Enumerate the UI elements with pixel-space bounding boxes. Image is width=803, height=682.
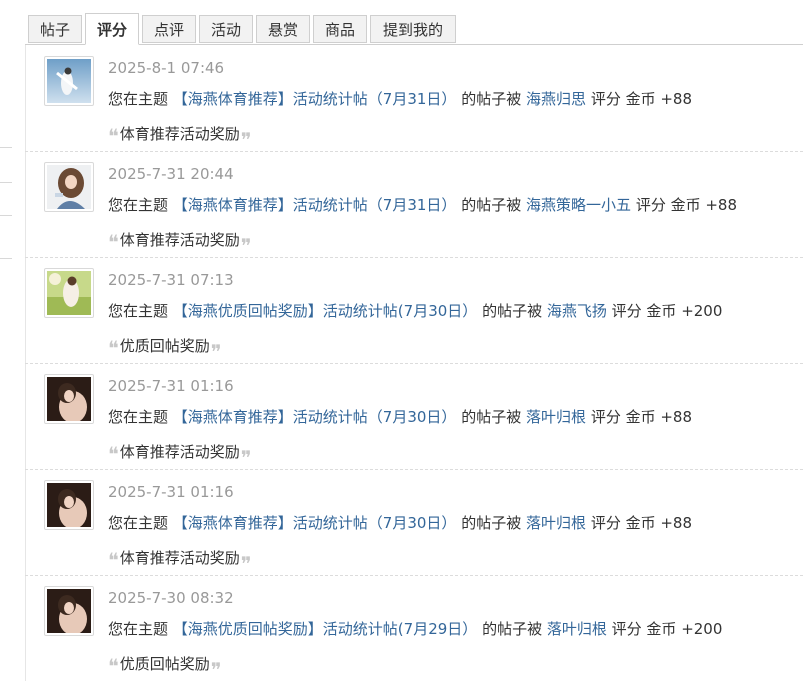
close-quote-icon: ❞ — [210, 658, 222, 682]
notification-item: 2025-7-31 01:16 您在主题 【海燕体育推荐】活动统计帖（7月30日… — [25, 469, 803, 576]
rating-reason: ❝优质回帖奖励❞ — [108, 336, 222, 364]
close-quote-icon: ❞ — [210, 340, 222, 364]
notification-item: 2025-7-31 20:44 您在主题 【海燕体育推荐】活动统计帖（7月31日… — [25, 151, 803, 258]
rating-reason: ❝体育推荐活动奖励❞ — [108, 548, 252, 576]
open-quote-icon: ❝ — [108, 336, 119, 360]
open-quote-icon: ❝ — [108, 442, 119, 466]
avatar-dark-portrait — [47, 589, 91, 633]
rating-reason: ❝体育推荐活动奖励❞ — [108, 230, 252, 258]
rating-notification-list: 2025-8-1 07:46 您在主题 【海燕体育推荐】活动统计帖（7月31日）… — [25, 45, 803, 682]
user-link[interactable]: 海燕策略一小五 — [526, 196, 631, 214]
open-quote-icon: ❝ — [108, 654, 119, 678]
avatar-field-figure — [47, 271, 91, 315]
user-link[interactable]: 落叶归根 — [526, 514, 586, 532]
tab-comments[interactable]: 点评 — [142, 15, 196, 43]
user-avatar[interactable] — [44, 586, 94, 636]
user-avatar[interactable] — [44, 56, 94, 106]
timestamp: 2025-7-30 08:32 — [108, 589, 234, 607]
open-quote-icon: ❝ — [108, 124, 119, 148]
notification-text: 您在主题 【海燕优质回帖奖励】活动统计帖(7月30日） 的帖子被 海燕飞扬 评分… — [108, 302, 723, 320]
user-link[interactable]: 海燕飞扬 — [547, 302, 607, 320]
timestamp: 2025-7-31 01:16 — [108, 377, 234, 395]
tab-mentions[interactable]: 提到我的 — [370, 15, 456, 43]
user-link[interactable]: 落叶归根 — [526, 408, 586, 426]
rating-reason: ❝体育推荐活动奖励❞ — [108, 442, 252, 470]
notification-item: 2025-7-31 01:16 您在主题 【海燕体育推荐】活动统计帖（7月30日… — [25, 363, 803, 470]
close-quote-icon: ❞ — [240, 446, 252, 470]
notification-item: 2025-7-30 08:32 您在主题 【海燕优质回帖奖励】活动统计帖(7月2… — [25, 575, 803, 682]
notification-text: 您在主题 【海燕体育推荐】活动统计帖（7月30日） 的帖子被 落叶归根 评分 金… — [108, 514, 693, 532]
user-avatar[interactable] — [44, 162, 94, 212]
tab-activities[interactable]: 活动 — [199, 15, 253, 43]
notification-text: 您在主题 【海燕体育推荐】活动统计帖（7月31日） 的帖子被 海燕策略一小五 评… — [108, 196, 738, 214]
thread-link[interactable]: 【海燕体育推荐】活动统计帖（7月30日） — [173, 514, 457, 532]
tab-rewards[interactable]: 悬赏 — [256, 15, 310, 43]
tab-ratings[interactable]: 评分 — [85, 13, 139, 45]
user-avatar[interactable] — [44, 268, 94, 318]
avatar-girl-curly — [47, 165, 91, 209]
thread-link[interactable]: 【海燕体育推荐】活动统计帖（7月31日） — [173, 90, 457, 108]
user-link[interactable]: 海燕归思 — [526, 90, 586, 108]
thread-link[interactable]: 【海燕体育推荐】活动统计帖（7月30日） — [173, 408, 457, 426]
user-link[interactable]: 落叶归根 — [547, 620, 607, 638]
tab-bar: 帖子 评分 点评 活动 悬赏 商品 提到我的 — [25, 13, 803, 45]
open-quote-icon: ❝ — [108, 548, 119, 572]
timestamp: 2025-7-31 20:44 — [108, 165, 234, 183]
close-quote-icon: ❞ — [240, 234, 252, 258]
avatar-dark-portrait — [47, 377, 91, 421]
tab-goods[interactable]: 商品 — [313, 15, 367, 43]
avatar-sky-figure — [47, 59, 91, 103]
timestamp: 2025-8-1 07:46 — [108, 59, 225, 77]
rating-reason: ❝优质回帖奖励❞ — [108, 654, 222, 682]
user-avatar[interactable] — [44, 374, 94, 424]
notification-text: 您在主题 【海燕体育推荐】活动统计帖（7月30日） 的帖子被 落叶归根 评分 金… — [108, 408, 693, 426]
avatar-dark-portrait — [47, 483, 91, 527]
close-quote-icon: ❞ — [240, 552, 252, 576]
open-quote-icon: ❝ — [108, 230, 119, 254]
thread-link[interactable]: 【海燕体育推荐】活动统计帖（7月31日） — [173, 196, 457, 214]
thread-link[interactable]: 【海燕优质回帖奖励】活动统计帖(7月30日） — [173, 302, 477, 320]
thread-link[interactable]: 【海燕优质回帖奖励】活动统计帖(7月29日） — [173, 620, 477, 638]
close-quote-icon: ❞ — [240, 128, 252, 152]
timestamp: 2025-7-31 07:13 — [108, 271, 234, 289]
tab-posts[interactable]: 帖子 — [28, 15, 82, 43]
rating-reason: ❝体育推荐活动奖励❞ — [108, 124, 252, 152]
timestamp: 2025-7-31 01:16 — [108, 483, 234, 501]
notification-text: 您在主题 【海燕优质回帖奖励】活动统计帖(7月29日） 的帖子被 落叶归根 评分… — [108, 620, 723, 638]
notification-text: 您在主题 【海燕体育推荐】活动统计帖（7月31日） 的帖子被 海燕归思 评分 金… — [108, 90, 693, 108]
user-avatar[interactable] — [44, 480, 94, 530]
notification-item: 2025-7-31 07:13 您在主题 【海燕优质回帖奖励】活动统计帖(7月3… — [25, 257, 803, 364]
notification-item: 2025-8-1 07:46 您在主题 【海燕体育推荐】活动统计帖（7月31日）… — [25, 45, 803, 152]
